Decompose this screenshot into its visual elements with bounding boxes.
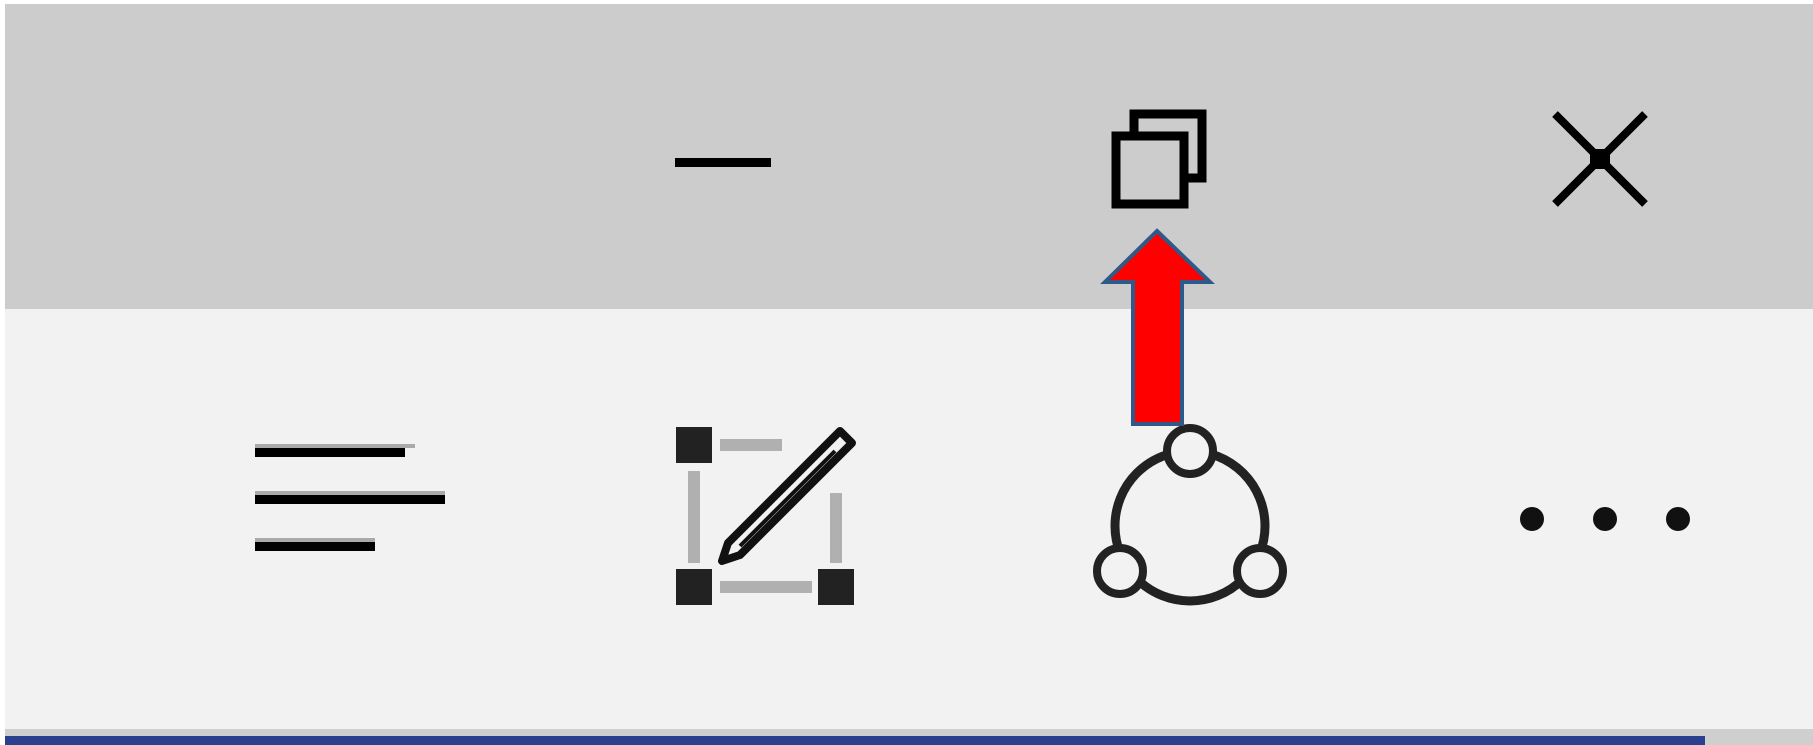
minimize-button[interactable]: [665, 114, 775, 214]
edit-shape-button[interactable]: [670, 421, 860, 611]
title-bar: [5, 4, 1813, 309]
text-align-left-icon: [255, 444, 445, 551]
close-button[interactable]: [1550, 109, 1650, 209]
progress-bar: [5, 729, 1813, 745]
share-icon: [1093, 424, 1287, 606]
text-align-button[interactable]: [245, 434, 455, 554]
progress-bar-fill: [5, 736, 1705, 745]
more-options-button[interactable]: [1510, 484, 1700, 554]
restore-icon: [1111, 109, 1207, 209]
edit-shape-icon: [676, 427, 856, 605]
share-button[interactable]: [1090, 421, 1290, 621]
close-icon: [1552, 111, 1648, 207]
more-options-icon: [1520, 507, 1690, 531]
toolbar: [5, 309, 1813, 729]
minimize-icon: [675, 158, 771, 167]
restore-button[interactable]: [1110, 109, 1210, 209]
